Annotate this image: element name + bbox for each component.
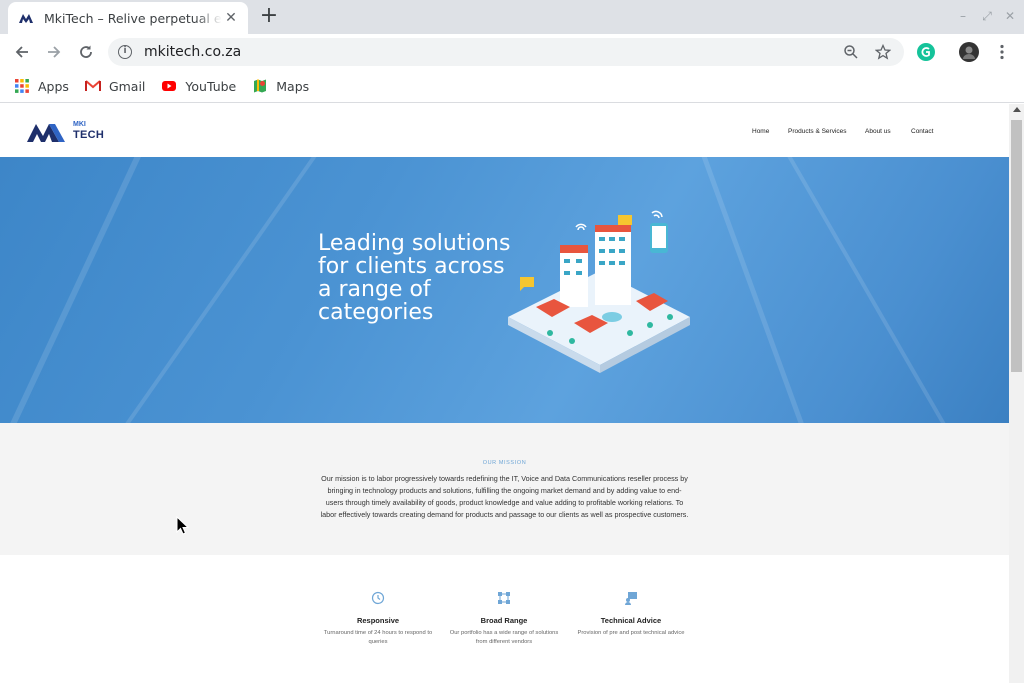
feature-description: Provision of pre and post technical advi… xyxy=(577,630,685,636)
nav-home[interactable]: Home xyxy=(752,128,769,135)
grammarly-extension-icon[interactable] xyxy=(916,42,936,62)
network-icon xyxy=(498,592,510,604)
youtube-icon xyxy=(162,81,177,91)
page-viewport: MKI TECH Home Products & Services About … xyxy=(0,104,1009,683)
mkitech-logo[interactable]: MKI TECH xyxy=(27,118,107,144)
more-vert-icon xyxy=(1000,44,1004,60)
maps-icon xyxy=(254,79,267,93)
address-bar[interactable]: i mkitech.co.za xyxy=(108,38,904,66)
forward-arrow-icon xyxy=(48,46,61,58)
feature-title: Broad Range xyxy=(480,616,528,625)
scrollbar-thumb[interactable] xyxy=(1011,120,1022,372)
feature-responsive: Responsive Turnaround time of 24 hours t… xyxy=(318,591,438,647)
hero-banner: Leading solutions for clients across a r… xyxy=(0,157,1009,423)
tab-close-icon[interactable]: ✕ xyxy=(222,9,240,27)
back-arrow-icon xyxy=(15,46,28,58)
browser-tab[interactable]: MkiTech – Relive perpetual excellence ✕ xyxy=(8,2,248,34)
mission-text: Our mission is to labor progressively to… xyxy=(320,474,689,519)
feature-description: Turnaround time of 24 hours to respond t… xyxy=(323,630,433,645)
site-info-icon[interactable]: i xyxy=(118,45,132,59)
tab-title: MkiTech – Relive perpetual excellence xyxy=(44,10,222,26)
bookmark-star-icon[interactable] xyxy=(872,42,894,62)
browser-menu-button[interactable] xyxy=(990,40,1014,64)
feature-broad-range: Broad Range Our portfolio has a wide ran… xyxy=(444,591,564,647)
close-window-icon[interactable]: ✕ xyxy=(1003,9,1017,23)
minimize-icon[interactable]: – xyxy=(956,9,970,23)
forward-button[interactable] xyxy=(42,40,66,64)
bookmarks-bar: Apps Gmail YouTube Maps xyxy=(0,70,1024,103)
page-scrollbar[interactable] xyxy=(1009,104,1024,683)
mission-label: OUR MISSION xyxy=(482,460,527,466)
profile-avatar[interactable] xyxy=(959,42,979,62)
bookmark-label: Gmail xyxy=(108,78,146,94)
hero-bg-line xyxy=(0,157,151,423)
new-tab-button[interactable]: + xyxy=(258,5,280,28)
browser-toolbar: i mkitech.co.za xyxy=(0,34,1024,70)
back-button[interactable] xyxy=(10,40,34,64)
bookmark-apps[interactable]: Apps xyxy=(14,78,69,94)
bookmark-youtube[interactable]: YouTube xyxy=(161,78,236,94)
zoom-icon[interactable] xyxy=(840,42,862,62)
feature-technical-advice: Technical Advice Provision of pre and po… xyxy=(571,591,691,638)
gmail-icon xyxy=(84,80,101,91)
restore-icon[interactable]: ⤢ xyxy=(980,9,994,23)
apps-grid-icon xyxy=(15,79,29,93)
logo-mark-icon xyxy=(27,124,65,142)
bookmark-label: Apps xyxy=(38,78,69,94)
reload-button[interactable] xyxy=(74,40,98,64)
mkitech-favicon-icon xyxy=(19,14,33,23)
smart-city-illustration xyxy=(508,210,690,373)
bookmark-maps[interactable]: Maps xyxy=(252,78,309,94)
clock-icon xyxy=(371,591,385,605)
logo-text-top: MKI xyxy=(73,121,86,128)
scroll-up-arrow-icon[interactable] xyxy=(1013,107,1021,112)
feature-title: Technical Advice xyxy=(600,616,662,625)
reload-icon xyxy=(80,45,92,58)
mouse-cursor-icon xyxy=(176,516,190,535)
nav-about-us[interactable]: About us xyxy=(865,128,891,135)
mission-section: OUR MISSION Our mission is to labor prog… xyxy=(0,423,1009,555)
features-section: Responsive Turnaround time of 24 hours t… xyxy=(0,555,1009,683)
site-header: MKI TECH Home Products & Services About … xyxy=(0,104,1009,157)
feature-title: Responsive xyxy=(356,616,400,625)
bookmark-gmail[interactable]: Gmail xyxy=(84,78,146,94)
feature-description: Our portfolio has a wide range of soluti… xyxy=(449,630,559,645)
logo-text-bottom: TECH xyxy=(73,129,105,141)
hero-title: Leading solutions for clients across a r… xyxy=(318,231,511,325)
bookmark-label: Maps xyxy=(276,78,310,94)
support-icon xyxy=(625,592,637,605)
url-text: mkitech.co.za xyxy=(144,44,242,60)
tab-strip: MkiTech – Relive perpetual excellence ✕ … xyxy=(0,0,1024,34)
nav-contact[interactable]: Contact xyxy=(911,128,933,135)
bookmark-label: YouTube xyxy=(185,78,237,94)
nav-products-services[interactable]: Products & Services xyxy=(788,128,847,135)
hero-bg-line xyxy=(780,157,984,423)
